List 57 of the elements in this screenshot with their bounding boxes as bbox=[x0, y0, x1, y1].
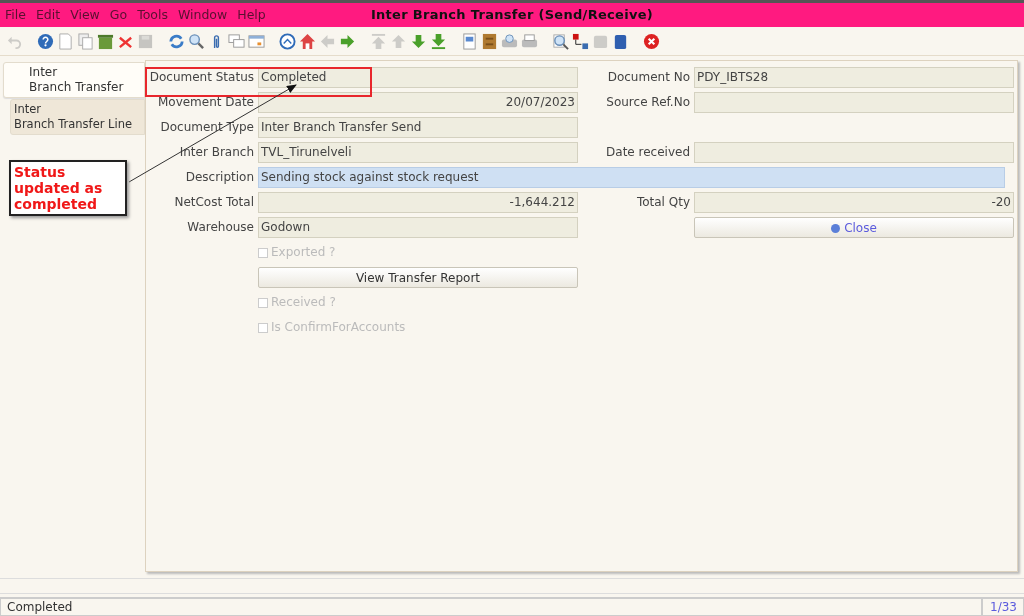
last-record-icon[interactable] bbox=[430, 32, 447, 50]
input-field[interactable]: Inter Branch Transfer Send bbox=[258, 117, 578, 138]
checkbox-label: Received ? bbox=[271, 294, 336, 311]
menu-item[interactable]: Window bbox=[172, 5, 233, 25]
field-label: Warehouse bbox=[186, 219, 254, 236]
field-label: NetCost Total bbox=[173, 194, 254, 211]
side-tab[interactable]: Inter Branch Transfer Line bbox=[10, 99, 145, 135]
close-icon[interactable] bbox=[643, 32, 660, 50]
field-label: Movement Date bbox=[156, 94, 254, 111]
input-field[interactable] bbox=[694, 92, 1014, 113]
input-field[interactable]: 20/07/2023 bbox=[258, 92, 578, 113]
window-title: Inter Branch Transfer (Send/Receive) bbox=[370, 6, 654, 25]
checkbox-label: Is ConfirmForAccounts bbox=[271, 319, 406, 336]
menu-item[interactable]: File bbox=[0, 5, 31, 25]
field-label: Document No bbox=[606, 69, 690, 86]
zoom-icon[interactable] bbox=[552, 32, 569, 50]
menu-item[interactable]: Go bbox=[104, 5, 133, 25]
printer-icon[interactable] bbox=[521, 32, 538, 50]
window-icon[interactable] bbox=[248, 32, 265, 50]
field-label: Inter Branch bbox=[178, 144, 254, 161]
help-icon[interactable] bbox=[37, 32, 54, 50]
field-label: Date received bbox=[605, 144, 690, 161]
bin-icon[interactable] bbox=[97, 32, 114, 50]
home-icon[interactable] bbox=[299, 32, 316, 50]
input-field[interactable]: -20 bbox=[694, 192, 1014, 213]
field-label: Source Ref.No bbox=[605, 94, 690, 111]
input-field[interactable]: PDY_IBTS28 bbox=[694, 67, 1014, 88]
menu-item[interactable]: Tools bbox=[132, 5, 173, 25]
cube-icon[interactable] bbox=[612, 32, 629, 50]
chat-icon[interactable] bbox=[228, 32, 245, 50]
workflow-icon[interactable] bbox=[572, 32, 589, 50]
input-field[interactable] bbox=[694, 142, 1014, 163]
field-label: Document Type bbox=[159, 119, 254, 136]
search-icon[interactable] bbox=[188, 32, 205, 50]
report-icon[interactable] bbox=[461, 32, 478, 50]
input-field[interactable]: -1,644.212 bbox=[258, 192, 578, 213]
status-message: Completed bbox=[0, 598, 982, 616]
menu-item[interactable]: Help bbox=[232, 5, 271, 25]
menu-item[interactable]: View bbox=[65, 5, 105, 25]
input-field[interactable]: Completed bbox=[258, 67, 578, 88]
input-field[interactable]: Godown bbox=[258, 217, 578, 238]
input-field[interactable]: Sending stock against stock request bbox=[258, 167, 1005, 188]
input-field[interactable]: TVL_Tirunelveli bbox=[258, 142, 578, 163]
checkbox-label: Exported ? bbox=[271, 244, 336, 261]
copy-icon[interactable] bbox=[77, 32, 94, 50]
menu-item[interactable]: Edit bbox=[30, 5, 66, 25]
down-arrow-icon[interactable] bbox=[410, 32, 427, 50]
annotation-callout: Status updated as completed bbox=[9, 160, 127, 216]
field-label: Description bbox=[184, 169, 254, 186]
close-button[interactable]: Close bbox=[694, 217, 1014, 238]
record-counter: 1/33 bbox=[982, 598, 1024, 616]
field-label: Total Qty bbox=[635, 194, 690, 211]
refresh-icon[interactable] bbox=[168, 32, 185, 50]
archive-icon[interactable] bbox=[481, 32, 498, 50]
field-label: Document Status bbox=[148, 69, 254, 86]
report-button[interactable]: View Transfer Report bbox=[258, 267, 578, 288]
side-tab[interactable]: Inter Branch Transfer bbox=[3, 62, 145, 98]
